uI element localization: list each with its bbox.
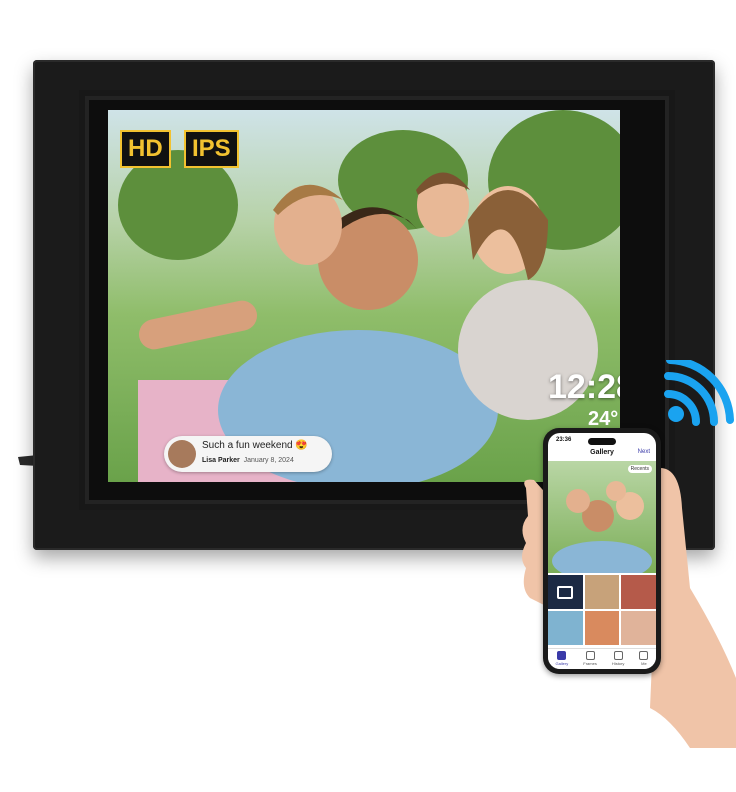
grid-photo[interactable] — [548, 611, 583, 645]
camera-icon — [557, 585, 574, 599]
tab-gallery[interactable]: Gallery — [556, 649, 568, 669]
phone-tab-bar: Gallery Frames History Me — [548, 648, 656, 669]
hd-badge: HD — [120, 130, 171, 168]
ips-badge: IPS — [184, 130, 239, 168]
phone-preview-photo — [548, 461, 656, 581]
message-author: Lisa Parker — [202, 457, 240, 464]
message-bubble: Such a fun weekend 😍 Lisa Parker January… — [164, 436, 332, 472]
wifi-icon — [664, 360, 734, 426]
phone-screen: 23:36 Gallery Next Recents Gallery Frame… — [548, 433, 656, 669]
avatar — [168, 440, 196, 468]
tab-history[interactable]: History — [612, 649, 624, 669]
grid-photo[interactable] — [584, 611, 620, 645]
dynamic-island — [588, 438, 616, 445]
smartphone: 23:36 Gallery Next Recents Gallery Frame… — [543, 428, 661, 674]
tab-me[interactable]: Me — [639, 649, 649, 669]
grid-photo[interactable] — [621, 575, 656, 609]
camera-tile[interactable] — [548, 575, 583, 609]
message-date: January 8, 2024 — [243, 457, 294, 464]
next-button[interactable]: Next — [638, 449, 650, 455]
grid-photo[interactable] — [621, 611, 656, 645]
tab-frames[interactable]: Frames — [583, 649, 597, 669]
clock-display: 12:28 — [548, 368, 620, 406]
message-text: Such a fun weekend 😍 — [202, 440, 308, 451]
recents-dropdown[interactable]: Recents — [627, 465, 652, 473]
phone-status-time: 23:36 — [556, 437, 572, 443]
photo-grid — [548, 575, 656, 645]
message-meta: Lisa Parker January 8, 2024 — [202, 457, 294, 464]
grid-photo[interactable] — [584, 575, 620, 609]
frame-screen: HD IPS 12:28 24° Such a fun weekend 😍 Li… — [108, 110, 620, 482]
